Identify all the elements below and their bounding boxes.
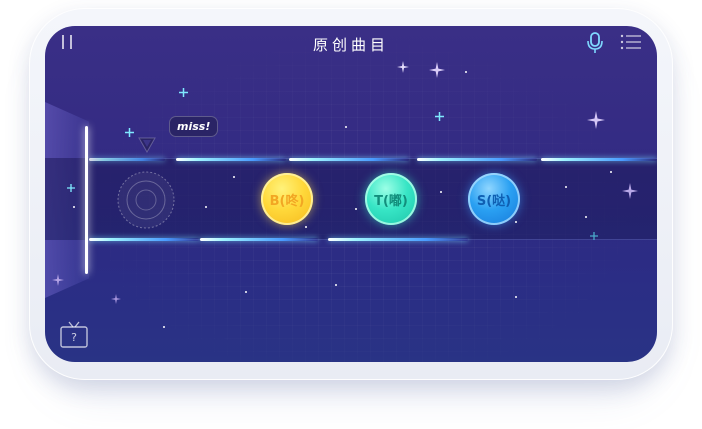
track-glow-segment [89, 158, 165, 161]
judgment-line [85, 126, 88, 274]
stage: miss! B(咚) T(嘟) S(哒) 原创曲目 ? [0, 0, 702, 429]
star-dot [515, 221, 517, 223]
target-ring-icon [117, 171, 175, 229]
track-glow-segment [328, 238, 468, 241]
sparkle-icon [67, 184, 75, 192]
tv-help-button[interactable]: ? [59, 320, 89, 350]
star-dot [610, 171, 612, 173]
star-dot [73, 206, 75, 208]
star-dot [355, 208, 357, 210]
page-title: 原创曲目 [312, 36, 389, 54]
sparkle-icon [429, 62, 445, 78]
star-dot [335, 284, 337, 286]
star-dot [440, 191, 442, 193]
sparkle-icon [590, 232, 598, 240]
track-glow-segment [176, 158, 286, 161]
menu-list-icon[interactable] [620, 34, 642, 50]
track-glow-segment [289, 158, 409, 161]
pointer-arrow-icon [138, 137, 156, 154]
star-dot [465, 71, 467, 73]
track-glow-segment [89, 238, 199, 241]
star-dot [345, 126, 347, 128]
star-dot [585, 216, 587, 218]
track-glow-segment [417, 158, 537, 161]
miss-feedback-bubble: miss! [169, 116, 219, 137]
sparkle-icon [435, 112, 444, 121]
tv-help-label: ? [71, 331, 77, 344]
note-tom[interactable]: T(嘟) [365, 173, 417, 225]
microphone-icon[interactable] [586, 32, 604, 54]
star-dot [515, 296, 517, 298]
star-dot [205, 206, 207, 208]
note-bass[interactable]: B(咚) [261, 173, 313, 225]
note-snare[interactable]: S(哒) [468, 173, 520, 225]
star-dot [233, 176, 235, 178]
star-dot [163, 326, 165, 328]
game-screen: miss! B(咚) T(嘟) S(哒) 原创曲目 ? [45, 26, 657, 362]
sparkle-icon [397, 61, 409, 73]
track-glow-segment [200, 238, 318, 241]
sparkle-icon [622, 183, 638, 199]
sparkle-icon [179, 88, 188, 97]
sparkle-icon [52, 274, 64, 286]
sparkle-icon [111, 294, 121, 304]
sparkle-icon [587, 111, 605, 129]
star-dot [565, 186, 567, 188]
track-glow-segment [541, 158, 657, 161]
star-dot [305, 226, 307, 228]
star-dot [245, 291, 247, 293]
sparkle-icon [125, 128, 134, 137]
